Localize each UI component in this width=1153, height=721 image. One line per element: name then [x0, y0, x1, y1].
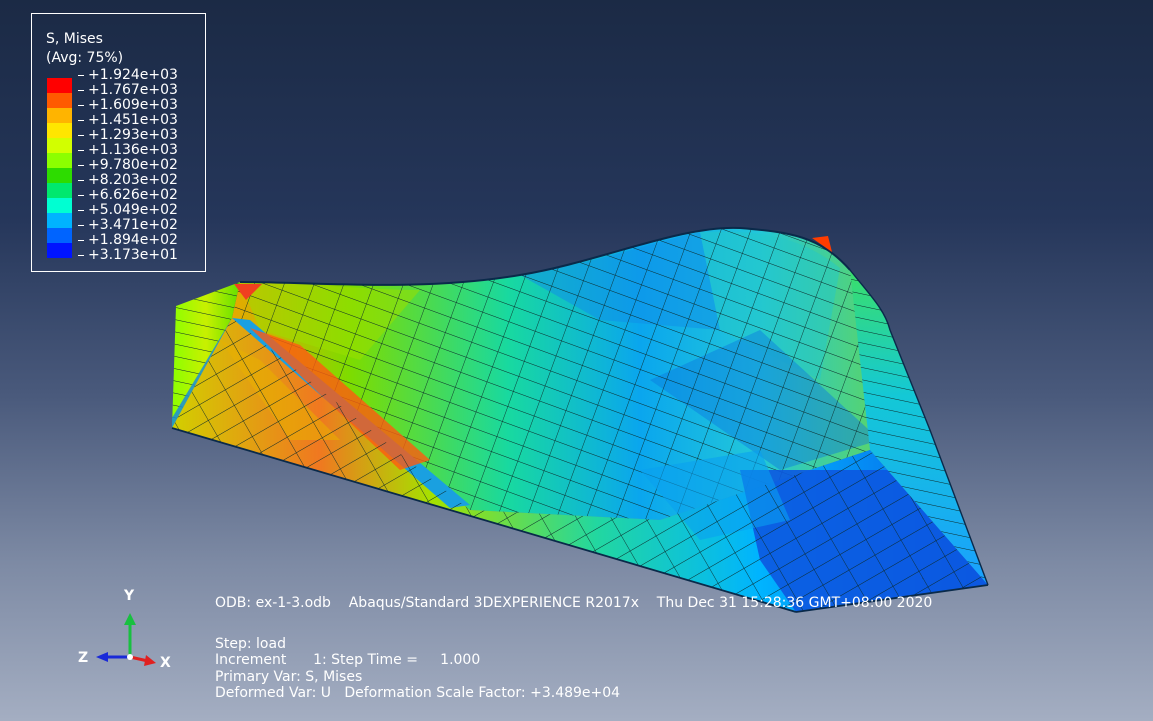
- legend-swatch: [47, 78, 72, 93]
- legend-swatch: [47, 93, 72, 108]
- legend-swatch: [47, 138, 72, 153]
- legend-value: +1.924e+03: [78, 68, 178, 83]
- legend-swatch: [47, 153, 72, 168]
- legend-value-list: +1.924e+03 +1.767e+03 +1.609e+03 +1.451e+03…: [78, 68, 178, 263]
- legend-value: +6.626e+02: [78, 188, 178, 203]
- deformed-var-line: Deformed Var: U Deformation Scale Factor…: [215, 685, 621, 701]
- legend-swatch: [47, 243, 72, 258]
- x-axis-arrow-head: [144, 655, 156, 666]
- y-axis-arrow-head: [124, 613, 136, 625]
- legend-swatch: [47, 123, 72, 138]
- legend-subtitle: (Avg: 75%): [46, 50, 124, 66]
- legend-swatch: [47, 168, 72, 183]
- step-line: Step: load: [215, 636, 286, 652]
- coordinate-triad: [96, 613, 156, 666]
- contour-legend[interactable]: S, Mises (Avg: 75%) +1.924e+03 +1.767e+03…: [31, 13, 206, 272]
- legend-value: +3.173e+01: [78, 248, 178, 263]
- z-axis-arrow-head: [96, 652, 108, 662]
- legend-color-bar: [47, 78, 72, 258]
- legend-value: +1.136e+03: [78, 143, 178, 158]
- legend-title: S, Mises: [46, 31, 103, 47]
- x-axis-label: X: [160, 655, 171, 671]
- legend-value: +1.894e+02: [78, 233, 178, 248]
- legend-value: +5.049e+02: [78, 203, 178, 218]
- legend-value: +1.293e+03: [78, 128, 178, 143]
- increment-line: Increment 1: Step Time = 1.000: [215, 652, 481, 668]
- legend-swatch: [47, 108, 72, 123]
- y-axis-label: Y: [124, 588, 135, 604]
- legend-swatch: [47, 213, 72, 228]
- triad-origin: [127, 654, 133, 660]
- model-viewport[interactable]: S, Mises (Avg: 75%) +1.924e+03 +1.767e+03…: [0, 0, 1153, 721]
- primary-var-line: Primary Var: S, Mises: [215, 669, 363, 685]
- legend-swatch: [47, 183, 72, 198]
- legend-value: +9.780e+02: [78, 158, 178, 173]
- legend-value: +1.767e+03: [78, 83, 178, 98]
- legend-value: +8.203e+02: [78, 173, 178, 188]
- legend-swatch: [47, 198, 72, 213]
- z-axis-label: Z: [78, 650, 89, 666]
- legend-value: +3.471e+02: [78, 218, 178, 233]
- odb-info-line: ODB: ex-1-3.odb Abaqus/Standard 3DEXPERI…: [215, 595, 933, 611]
- legend-swatch: [47, 228, 72, 243]
- legend-value: +1.609e+03: [78, 98, 178, 113]
- legend-value: +1.451e+03: [78, 113, 178, 128]
